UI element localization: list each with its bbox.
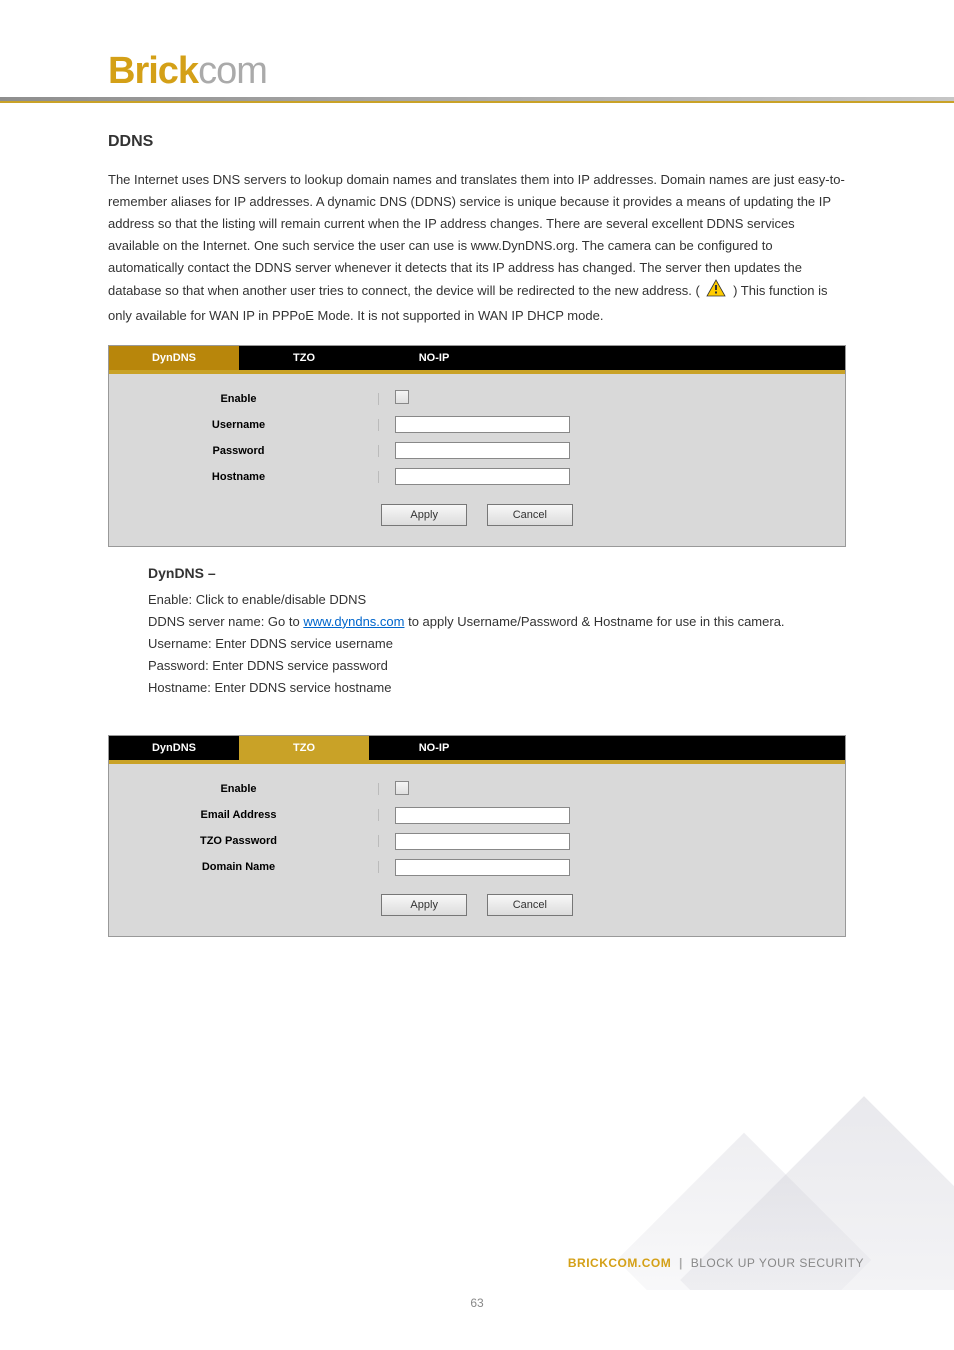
label-enable-2: Enable <box>109 783 379 795</box>
tab-tzo[interactable]: TZO <box>239 346 369 370</box>
enable-checkbox-2[interactable] <box>395 781 409 795</box>
dyndns-line-enable: Enable: Click to enable/disable DDNS <box>148 589 846 611</box>
dyndns-line-server: DDNS server name: Go to www.dyndns.com t… <box>148 611 846 633</box>
tab-row-2: DynDNS TZO NO-IP <box>109 736 845 760</box>
footer-tagline: BLOCK UP YOUR SECURITY <box>691 1256 864 1270</box>
tab-dyndns[interactable]: DynDNS <box>109 346 239 370</box>
warning-icon <box>706 279 726 304</box>
password-input[interactable] <box>395 442 570 459</box>
label-hostname: Hostname <box>109 471 379 483</box>
brand-logo: Brickcom <box>108 50 846 93</box>
logo-part2: com <box>198 50 267 92</box>
label-email: Email Address <box>109 809 379 821</box>
dyndns-server-pre: DDNS server name: Go to <box>148 614 303 629</box>
logo-part1: Brick <box>108 50 198 92</box>
apply-button-2[interactable]: Apply <box>381 894 467 916</box>
label-username: Username <box>109 419 379 431</box>
footer-sep: | <box>679 1256 683 1270</box>
email-input[interactable] <box>395 807 570 824</box>
tab-tzo-2[interactable]: TZO <box>239 736 369 760</box>
tab-noip-2[interactable]: NO-IP <box>369 736 499 760</box>
label-domain: Domain Name <box>109 861 379 873</box>
tzo-password-input[interactable] <box>395 833 570 850</box>
dyndns-subhead: DynDNS – <box>148 565 846 581</box>
cancel-button[interactable]: Cancel <box>487 504 573 526</box>
enable-checkbox[interactable] <box>395 390 409 404</box>
ddns-panel-tzo: DynDNS TZO NO-IP Enable Email Address TZ… <box>108 735 846 937</box>
cancel-button-2[interactable]: Cancel <box>487 894 573 916</box>
section-title: DDNS <box>108 133 846 151</box>
intro-paragraph: The Internet uses DNS servers to lookup … <box>108 169 846 327</box>
page-number: 63 <box>470 1296 483 1310</box>
domain-input[interactable] <box>395 859 570 876</box>
label-enable: Enable <box>109 393 379 405</box>
username-input[interactable] <box>395 416 570 433</box>
label-password: Password <box>109 445 379 457</box>
tab-row: DynDNS TZO NO-IP <box>109 346 845 370</box>
hostname-input[interactable] <box>395 468 570 485</box>
label-tzopw: TZO Password <box>109 835 379 847</box>
dyndns-line-hostname: Hostname: Enter DDNS service hostname <box>148 677 846 699</box>
dyndns-line-password: Password: Enter DDNS service password <box>148 655 846 677</box>
dyndns-server-post: to apply Username/Password & Hostname fo… <box>404 614 784 629</box>
tab-noip[interactable]: NO-IP <box>369 346 499 370</box>
dyndns-link[interactable]: www.dyndns.com <box>303 614 404 629</box>
tab-dyndns-2[interactable]: DynDNS <box>109 736 239 760</box>
apply-button[interactable]: Apply <box>381 504 467 526</box>
footer-brand: BRICKCOM.COM <box>568 1256 671 1270</box>
ddns-panel-dyndns: DynDNS TZO NO-IP Enable Username Passwor… <box>108 345 846 547</box>
footer-text: BRICKCOM.COM | BLOCK UP YOUR SECURITY <box>568 1256 864 1270</box>
intro-text-1: The Internet uses DNS servers to lookup … <box>108 172 845 298</box>
dyndns-line-username: Username: Enter DDNS service username <box>148 633 846 655</box>
